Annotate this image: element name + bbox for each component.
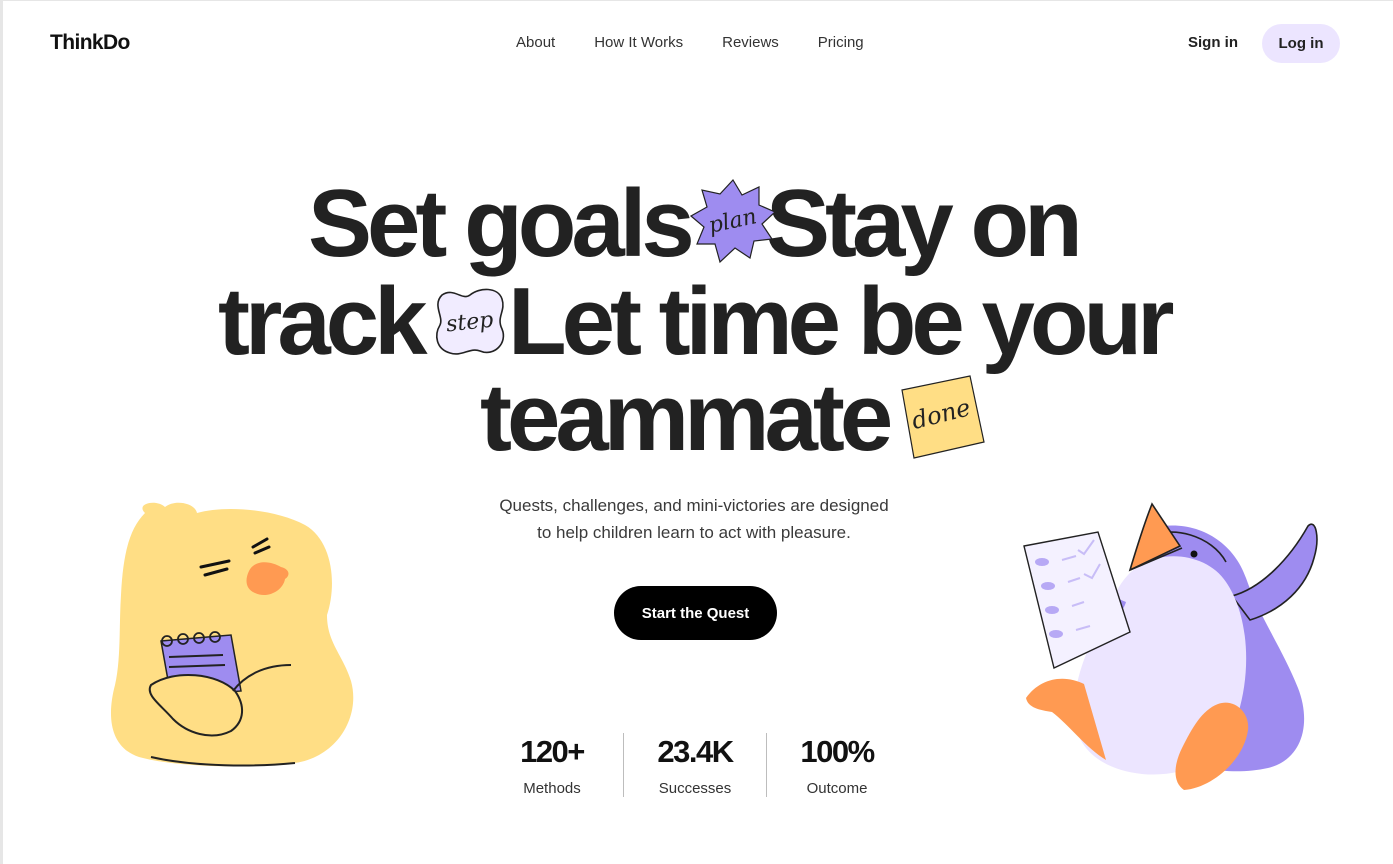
stat-outcome: 100% Outcome	[777, 734, 897, 797]
nav-about[interactable]: About	[516, 34, 555, 51]
stat-methods: 120+ Methods	[492, 734, 612, 797]
stat-value: 120+	[520, 734, 585, 769]
nav-how-it-works[interactable]: How It Works	[594, 34, 683, 51]
stat-divider	[623, 733, 624, 797]
headline-let-time: Let time be your	[508, 268, 1174, 375]
sign-in-link[interactable]: Sign in	[1188, 34, 1238, 51]
nav-reviews[interactable]: Reviews	[722, 34, 779, 51]
nav-pricing[interactable]: Pricing	[818, 34, 864, 51]
plan-star-sticker: plan	[690, 179, 776, 264]
main-nav: About How It Works Reviews Pricing	[516, 34, 864, 51]
step-blob-sticker: step	[436, 288, 505, 355]
subtitle-line-1: Quests, challenges, and mini-victories a…	[499, 496, 889, 515]
stat-label: Successes	[658, 780, 732, 797]
stat-divider	[766, 733, 767, 797]
done-note-sticker: done	[901, 375, 985, 459]
logo[interactable]: ThinkDo	[50, 31, 130, 55]
penguin-illustration	[1023, 502, 1318, 790]
start-quest-button[interactable]: Start the Quest	[614, 586, 777, 640]
headline-set-goals: Set goals	[308, 170, 695, 277]
step-sticker-text: step	[445, 308, 495, 338]
stat-value: 100%	[800, 734, 875, 769]
headline-track: track	[218, 268, 427, 375]
hero-subtitle: Quests, challenges, and mini-victories a…	[420, 492, 968, 546]
log-in-button[interactable]: Log in	[1262, 24, 1340, 63]
stat-label: Outcome	[806, 780, 868, 797]
stat-successes: 23.4K Successes	[635, 734, 755, 797]
headline-stay-on: Stay on	[766, 170, 1083, 277]
chick-illustration	[110, 502, 354, 767]
stat-label: Methods	[523, 780, 581, 797]
stat-value: 23.4K	[657, 734, 734, 769]
subtitle-line-2: to help children learn to act with pleas…	[537, 523, 851, 542]
headline-teammate: teammate	[480, 364, 893, 471]
